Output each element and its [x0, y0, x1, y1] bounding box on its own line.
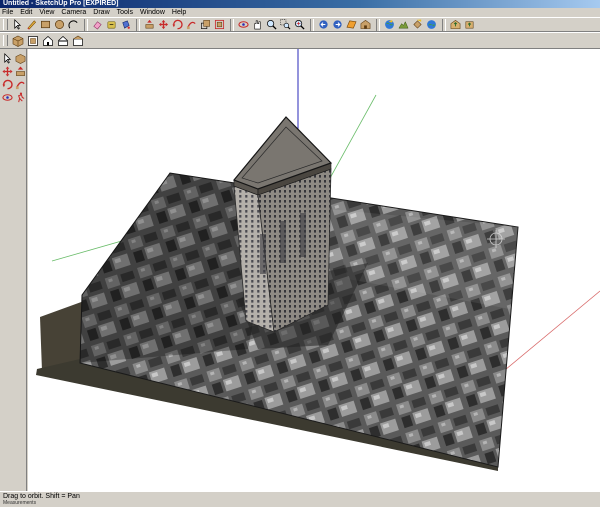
status-bar: Drag to orbit. Shift = Pan Measurements [0, 491, 600, 506]
menu-tools[interactable]: Tools [117, 8, 133, 17]
move-icon[interactable] [157, 18, 170, 31]
make-component-icon[interactable] [14, 52, 26, 64]
push-pull-icon[interactable] [143, 18, 156, 31]
pencil-line-icon[interactable] [25, 18, 38, 31]
circle-icon[interactable] [53, 18, 66, 31]
get-current-view-icon[interactable] [425, 18, 438, 31]
paint-bucket-icon[interactable] [119, 18, 132, 31]
scale-icon[interactable] [199, 18, 212, 31]
rectangle-icon[interactable] [39, 18, 52, 31]
back-view-icon[interactable] [71, 34, 85, 48]
next-view-icon[interactable] [331, 18, 344, 31]
arc-icon[interactable] [67, 18, 80, 31]
menu-window[interactable]: Window [140, 8, 165, 17]
menu-draw[interactable]: Draw [93, 8, 109, 17]
tape-measure-icon[interactable] [105, 18, 118, 31]
orbit-tool-icon[interactable] [1, 91, 13, 103]
green-axis-line [323, 94, 377, 190]
building-bay-3 [300, 213, 306, 257]
zoom-extents-icon[interactable] [293, 18, 306, 31]
toolbar-grip-views[interactable] [3, 35, 8, 46]
3d-scene[interactable] [28, 49, 600, 491]
main-toolbar [0, 17, 600, 32]
right-view-icon[interactable] [56, 34, 70, 48]
window-title-bar: Untitled - SketchUp Pro [EXPIRED] [0, 0, 600, 8]
share-component-icon[interactable] [463, 18, 476, 31]
section-plane-icon[interactable] [345, 18, 358, 31]
zoom-icon[interactable] [265, 18, 278, 31]
google-earth-add-location-icon[interactable] [383, 18, 396, 31]
menu-bar: File Edit View Camera Draw Tools Window … [0, 8, 600, 17]
warehouse-get-models-icon[interactable] [359, 18, 372, 31]
pan-hand-icon[interactable] [251, 18, 264, 31]
select-arrow-icon[interactable] [11, 18, 24, 31]
menu-view[interactable]: View [39, 8, 54, 17]
front-view-icon[interactable] [41, 34, 55, 48]
menu-camera[interactable]: Camera [61, 8, 86, 17]
previous-view-icon[interactable] [317, 18, 330, 31]
eraser-icon[interactable] [91, 18, 104, 31]
toolbar-grip[interactable] [3, 19, 8, 30]
large-tool-set [0, 49, 27, 491]
walk-tool-icon[interactable] [14, 91, 26, 103]
top-view-icon[interactable] [26, 34, 40, 48]
follow-me-icon[interactable] [185, 18, 198, 31]
place-model-icon[interactable] [411, 18, 424, 31]
building-bay-1 [260, 234, 266, 274]
zoom-window-icon[interactable] [279, 18, 292, 31]
status-hint: Drag to orbit. Shift = Pan [3, 493, 80, 500]
iso-view-icon[interactable] [11, 34, 25, 48]
push-pull-tool-icon[interactable] [14, 65, 26, 77]
offset-icon[interactable] [213, 18, 226, 31]
rotate-tool-icon[interactable] [1, 78, 13, 90]
menu-help[interactable]: Help [172, 8, 186, 17]
follow-me-tool-icon[interactable] [14, 78, 26, 90]
menu-edit[interactable]: Edit [20, 8, 32, 17]
toggle-terrain-icon[interactable] [397, 18, 410, 31]
window-title: Untitled - SketchUp Pro [EXPIRED] [3, 0, 119, 7]
share-model-icon[interactable] [449, 18, 462, 31]
views-toolbar [0, 32, 600, 49]
building-bay-2 [280, 221, 286, 263]
orbit-icon[interactable] [237, 18, 250, 31]
drawing-viewport[interactable] [28, 49, 600, 491]
menu-file[interactable]: File [2, 8, 13, 17]
rotate-icon[interactable] [171, 18, 184, 31]
select-tool-icon[interactable] [1, 52, 13, 64]
move-tool-icon[interactable] [1, 65, 13, 77]
